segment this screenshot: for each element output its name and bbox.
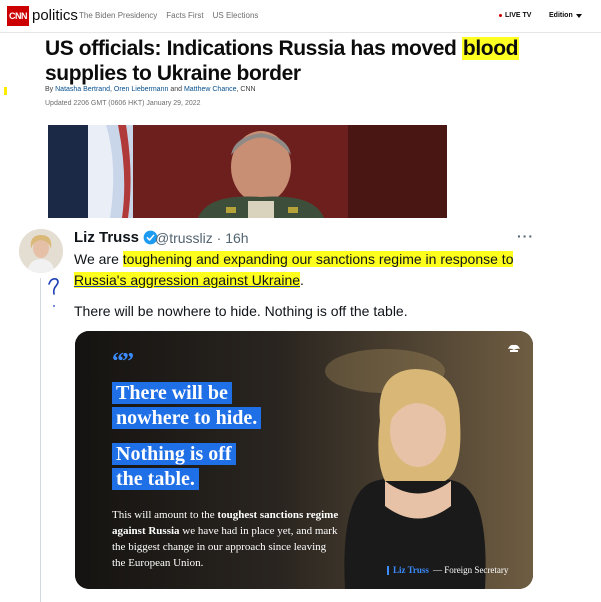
thread-line [40,278,41,602]
caption-name: Liz Truss [393,565,429,575]
byline: By Natasha Bertrand, Oren Liebermann and… [45,86,256,93]
government-crest-icon [508,344,520,352]
caption-role: — Foreign Secretary [432,565,509,575]
headline-highlight: blood [461,37,520,60]
tweet-text: We are toughening and expanding our sanc… [74,249,524,291]
tweet-text-start: We are [74,251,123,267]
author-name: Liz Truss [74,229,140,246]
tweet-highlight: toughening and expanding our sanctions r… [122,251,514,267]
more-options-icon[interactable]: ··· [517,228,534,244]
nav-us-elections[interactable]: US Elections [213,11,259,20]
headline-text: US officials: Indications Russia has mov… [45,37,462,60]
tweet-card[interactable]: Liz Truss @trussliz · 16h ··· We are tou… [12,218,601,602]
byline-by: By [45,86,54,93]
quote-block-2: Nothing is off the table. [112,442,236,492]
quote-body: This will amount to the toughest sanctio… [112,507,342,571]
question-mark-icon [48,278,59,307]
profile-photo [19,229,63,273]
tweet-text-end: . [300,272,304,288]
quote-line: There will be [112,382,232,404]
avatar[interactable] [19,229,63,273]
tweet-media[interactable]: “” There will be nowhere to hide. Nothin… [75,331,533,589]
live-tv-link[interactable]: LIVE TV [499,12,531,19]
author-link[interactable]: Oren Liebermann [114,86,168,93]
nav-biden-presidency[interactable]: The Biden Presidency [79,11,157,20]
tweet-highlight: Russia's aggression against Ukraine [74,272,301,288]
updated-timestamp: Updated 2206 GMT (0606 HKT) January 29, … [45,100,201,107]
cnn-header: CNN politics The Biden Presidency Facts … [0,0,601,33]
chevron-down-icon [575,13,582,18]
highlight-mark [4,87,7,95]
handwritten-annotation [45,276,65,310]
author-link[interactable]: Matthew Chance [184,86,237,93]
quote-mark: “” [112,349,134,375]
nav-facts-first[interactable]: Facts First [166,11,203,20]
quote-block-1: There will be nowhere to hide. [112,381,262,431]
author-link[interactable]: Natasha Bertrand [55,86,110,93]
section-nav: The Biden Presidency Facts First US Elec… [79,11,258,20]
tweet-author[interactable]: Liz Truss [74,229,158,246]
general-portrait-image [48,125,447,218]
section-title[interactable]: politics [32,7,78,24]
edition-label: Edition [549,12,573,19]
live-tv-label: LIVE TV [505,12,532,19]
byline-and: and [170,86,183,93]
cnn-logo[interactable]: CNN [7,6,29,26]
quote-line: the table. [112,468,199,490]
tweet-handle[interactable]: @trussliz · 16h [155,230,249,246]
edition-menu[interactable]: Edition [549,12,582,19]
live-dot-icon [499,14,502,17]
tweet-text-2: There will be nowhere to hide. Nothing i… [74,303,408,319]
quote-line: Nothing is off [112,443,236,465]
article-photo [48,125,447,218]
caption-bar [387,565,389,575]
quote-line: nowhere to hide. [112,407,262,429]
media-caption: Liz Truss — Foreign Secretary [387,565,508,575]
article-headline: US officials: Indications Russia has mov… [45,36,595,86]
headline-text-end: supplies to Ukraine border [45,62,301,85]
byline-outlet: , CNN [236,86,256,93]
quote-body-text: This will amount to the [112,509,218,521]
